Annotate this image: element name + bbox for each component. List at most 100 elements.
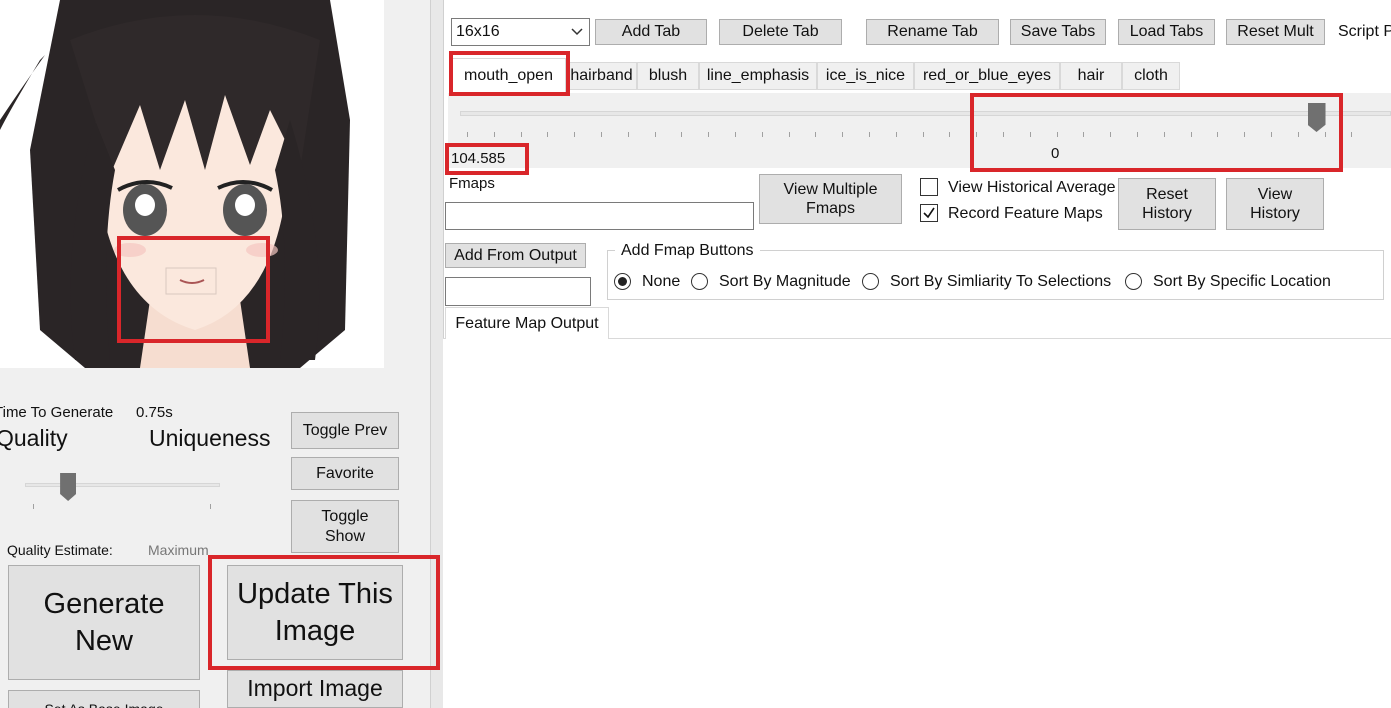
chevron-down-icon <box>571 28 583 36</box>
script-label: Script P <box>1338 23 1391 40</box>
slider-tick <box>1110 132 1112 137</box>
slider-value-readout: 104.585 <box>451 150 506 167</box>
record-feature-maps-checkbox[interactable] <box>920 204 938 222</box>
add-fmap-buttons-title: Add Fmap Buttons <box>615 242 760 260</box>
reset-mult-button[interactable]: Reset Mult <box>1226 19 1325 45</box>
tab-hair[interactable]: hair <box>1060 62 1122 90</box>
quality-slider-track <box>25 483 220 487</box>
tab-cloth[interactable]: cloth <box>1122 62 1180 90</box>
reset-history-button[interactable]: Reset History <box>1118 178 1216 230</box>
quality-slider-tick-left <box>33 504 34 509</box>
update-this-image-button[interactable]: Update This Image <box>227 565 403 660</box>
slider-tick <box>869 132 870 137</box>
multiplier-slider-track <box>460 111 1391 116</box>
slider-tick <box>895 132 897 137</box>
slider-center-value: 0 <box>1051 145 1060 162</box>
fmaps-label: Fmaps <box>449 175 495 192</box>
delete-tab-button[interactable]: Delete Tab <box>719 19 842 45</box>
quality-slider[interactable] <box>25 470 220 510</box>
slider-tick <box>842 132 844 137</box>
tab-ice-is-nice[interactable]: ice_is_nice <box>817 62 914 90</box>
slider-tick <box>1003 132 1004 137</box>
slider-tick <box>467 132 468 137</box>
slider-tick <box>520 132 522 137</box>
radio-sort-similarity-label: Sort By Simliarity To Selections <box>890 273 1112 290</box>
slider-tick <box>735 132 736 137</box>
slider-tick <box>1163 132 1165 137</box>
radio-sort-location-label: Sort By Specific Location <box>1153 273 1331 290</box>
panel-splitter[interactable] <box>430 0 444 708</box>
add-tab-button[interactable]: Add Tab <box>595 19 707 45</box>
time-to-generate-value: 0.75s <box>136 404 173 421</box>
record-feature-maps-label: Record Feature Maps <box>948 205 1103 222</box>
slider-tick <box>547 132 549 137</box>
tab-line-emphasis[interactable]: line_emphasis <box>699 62 817 90</box>
uniqueness-label: Uniqueness <box>149 425 271 451</box>
slider-tick <box>815 132 817 137</box>
tab-mouth-open[interactable]: mouth_open <box>451 58 566 92</box>
view-historical-average-checkbox[interactable] <box>920 178 938 196</box>
fmaps-input[interactable] <box>445 202 754 230</box>
multiplier-slider-area <box>448 93 1391 168</box>
view-historical-average-label: View Historical Average <box>948 179 1116 196</box>
slider-tick <box>1056 132 1058 137</box>
output-input[interactable] <box>445 277 591 306</box>
size-select[interactable]: 16x16 <box>451 18 590 46</box>
radio-sort-location[interactable] <box>1125 273 1142 290</box>
radio-sort-magnitude[interactable] <box>691 273 708 290</box>
feature-map-output-area <box>443 339 1391 708</box>
slider-tick <box>1351 132 1353 137</box>
slider-tick <box>761 132 763 137</box>
slider-tick <box>976 132 978 137</box>
radio-sort-similarity[interactable] <box>862 273 879 290</box>
view-history-button[interactable]: View History <box>1226 178 1324 230</box>
size-select-value: 16x16 <box>456 23 500 40</box>
slider-tick <box>1190 132 1192 137</box>
quality-slider-thumb[interactable] <box>60 473 77 501</box>
add-from-output-button[interactable]: Add From Output <box>445 243 586 268</box>
radio-none-label: None <box>642 273 681 290</box>
slider-tick <box>627 132 629 137</box>
time-to-generate-label: Time To Generate <box>0 404 114 421</box>
slider-tick <box>1244 132 1246 137</box>
slider-tick <box>574 132 576 137</box>
view-multiple-fmaps-button[interactable]: View Multiple Fmaps <box>759 174 902 224</box>
quality-estimate-value: Maximum <box>148 542 209 558</box>
import-image-button[interactable]: Import Image <box>227 670 403 708</box>
set-as-base-image-button[interactable]: Set As Base Image <box>8 690 200 708</box>
slider-tick <box>1324 132 1326 137</box>
radio-selected-dot <box>618 277 627 286</box>
toggle-show-button[interactable]: Toggle Show <box>291 500 399 553</box>
generate-new-button[interactable]: Generate New <box>8 565 200 680</box>
slider-tick <box>949 132 951 137</box>
slider-tick <box>1083 132 1085 137</box>
slider-tick <box>708 132 710 137</box>
save-tabs-button[interactable]: Save Tabs <box>1010 19 1106 45</box>
tab-blush[interactable]: blush <box>637 62 699 90</box>
slider-tick <box>601 132 602 137</box>
quality-label: Quality <box>0 425 68 451</box>
slider-tick <box>493 132 495 137</box>
favorite-button[interactable]: Favorite <box>291 457 399 490</box>
radio-none[interactable] <box>614 273 631 290</box>
tab-hairband[interactable]: hairband <box>566 62 637 90</box>
quality-slider-tick-right <box>210 504 211 509</box>
checkmark-icon <box>923 207 935 219</box>
slider-tick <box>1137 132 1138 137</box>
slider-tick <box>1271 132 1272 137</box>
slider-tick <box>1029 132 1031 137</box>
tab-red-or-blue-eyes[interactable]: red_or_blue_eyes <box>914 62 1060 90</box>
slider-tick <box>1297 132 1299 137</box>
tab-feature-map-output[interactable]: Feature Map Output <box>445 307 609 339</box>
slider-tick <box>922 132 924 137</box>
anime-portrait-image <box>0 0 350 368</box>
slider-tick <box>1217 132 1219 137</box>
rename-tab-button[interactable]: Rename Tab <box>866 19 999 45</box>
toggle-prev-button[interactable]: Toggle Prev <box>291 412 399 449</box>
slider-tick <box>788 132 790 137</box>
load-tabs-button[interactable]: Load Tabs <box>1118 19 1215 45</box>
quality-estimate-label: Quality Estimate: <box>7 542 113 558</box>
slider-tick <box>654 132 656 137</box>
slider-tick <box>681 132 683 137</box>
radio-sort-magnitude-label: Sort By Magnitude <box>719 273 851 290</box>
